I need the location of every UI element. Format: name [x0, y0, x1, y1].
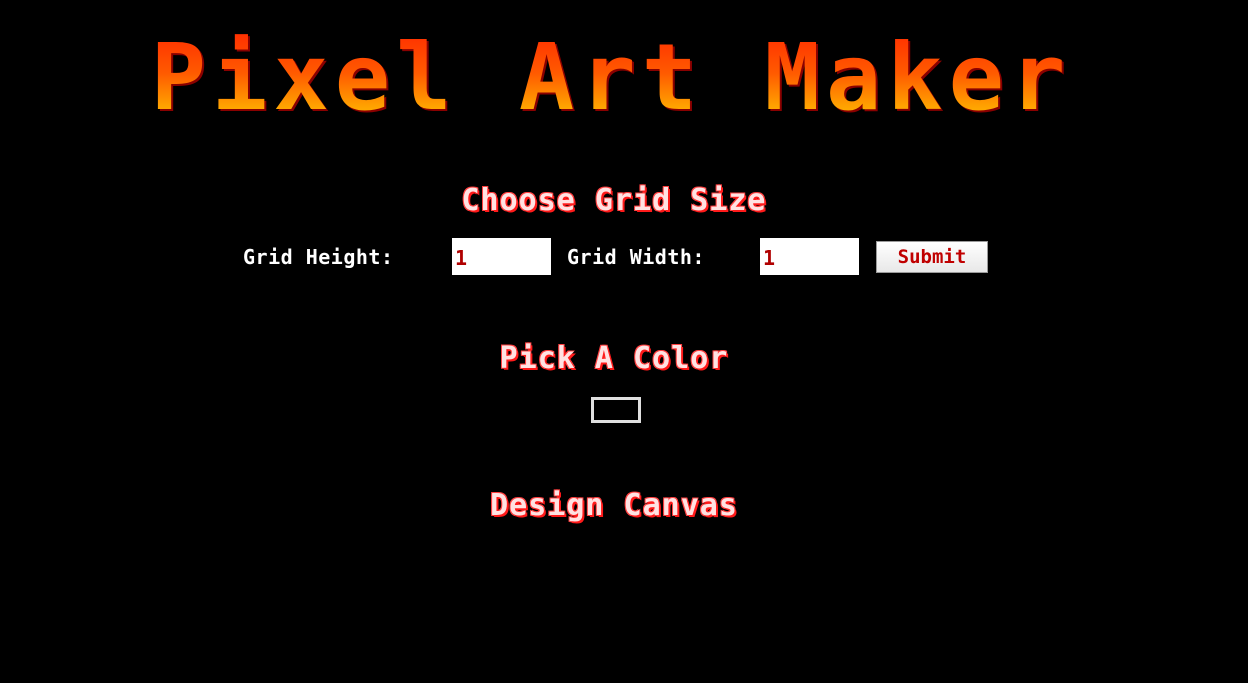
grid-width-label: Grid Width:	[567, 245, 705, 269]
color-picker-input[interactable]	[591, 397, 641, 423]
color-picker-heading: Pick A Color	[499, 341, 729, 376]
grid-height-input[interactable]	[452, 238, 551, 275]
grid-height-label: Grid Height:	[243, 245, 394, 269]
grid-width-input[interactable]	[760, 238, 859, 275]
color-swatch-fill	[596, 402, 636, 418]
design-canvas-heading: Design Canvas	[490, 488, 738, 523]
app-title: Pixel Art Maker	[0, 28, 1222, 128]
grid-size-form: Grid Height: Grid Width: Submit	[0, 238, 1228, 276]
submit-button[interactable]: Submit	[876, 241, 988, 273]
grid-size-heading: Choose Grid Size	[461, 183, 767, 218]
